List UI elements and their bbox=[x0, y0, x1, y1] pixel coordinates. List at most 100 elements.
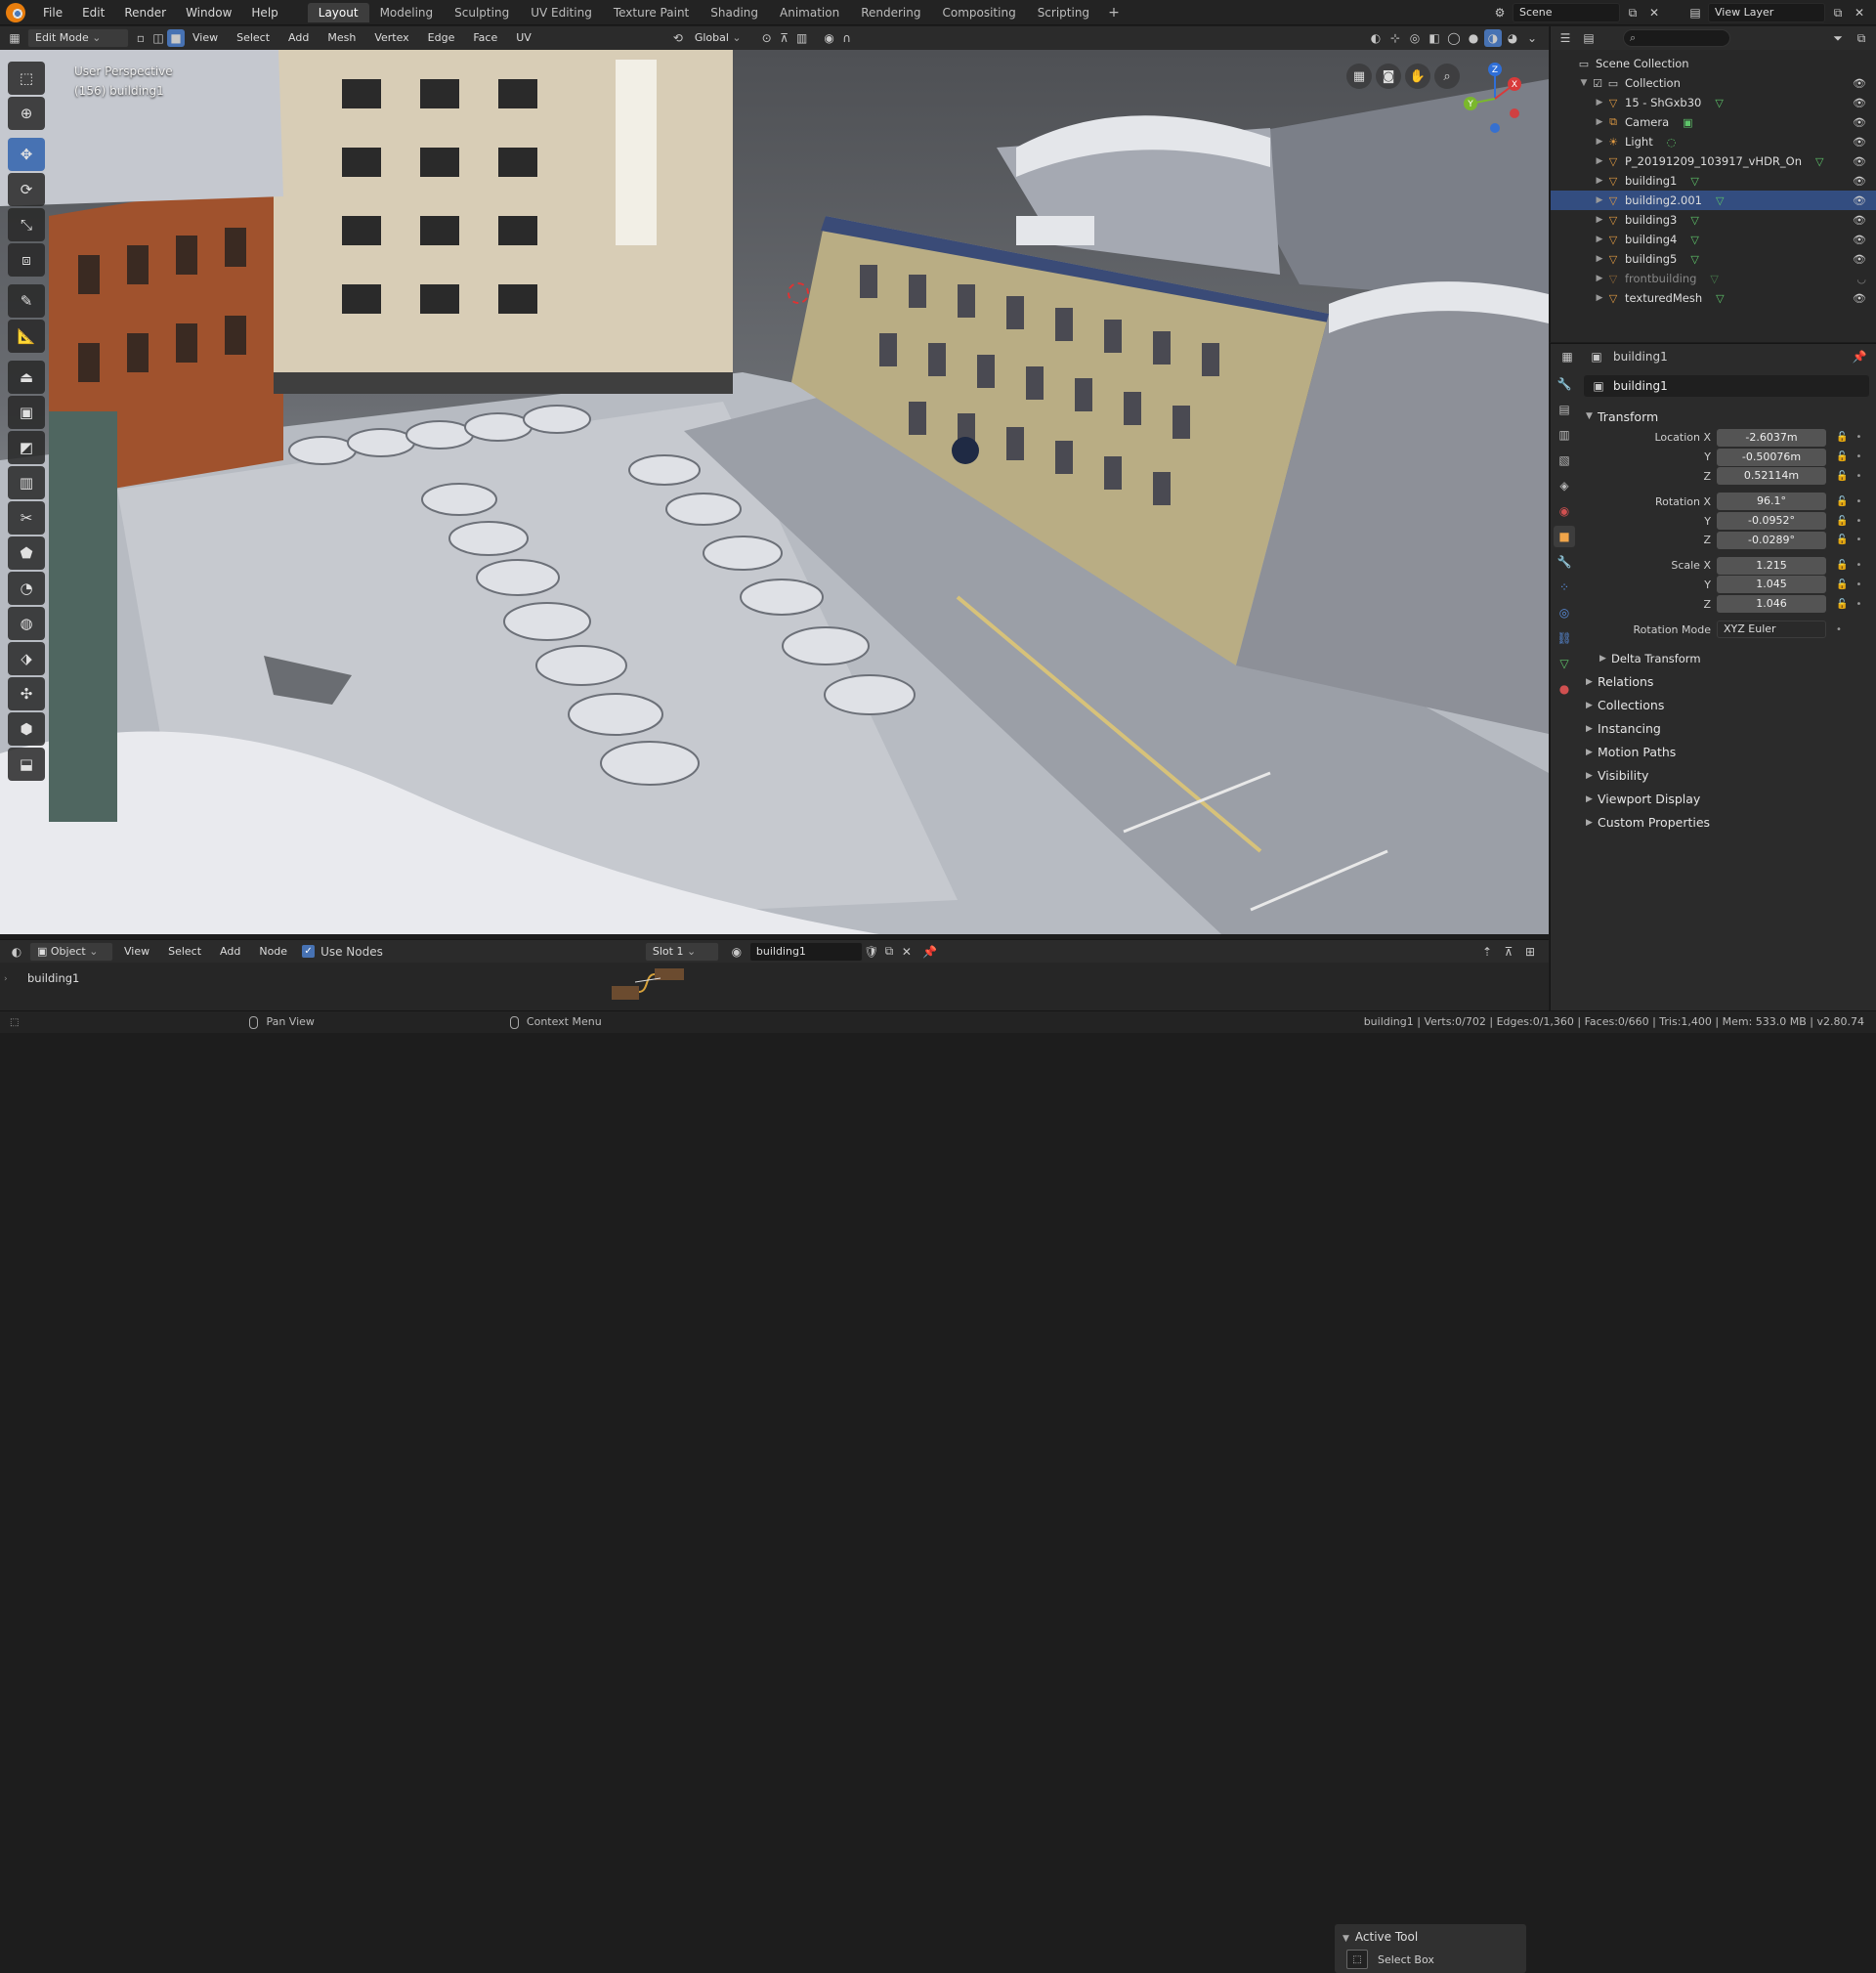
constraints-tab-icon[interactable]: ⛓ bbox=[1554, 627, 1575, 649]
menu-render[interactable]: Render bbox=[114, 0, 176, 25]
outliner-item[interactable]: ▶ ▽ texturedMesh ▽ 👁 bbox=[1551, 288, 1876, 308]
rotation-z-field[interactable]: -0.0289° bbox=[1717, 531, 1826, 549]
tab-uv-editing[interactable]: UV Editing bbox=[520, 3, 603, 22]
spin-tool-icon[interactable]: ◔ bbox=[8, 572, 45, 605]
lock-icon[interactable]: 🔓 bbox=[1836, 535, 1848, 545]
navigation-gizmo[interactable]: Z Y X bbox=[1456, 60, 1534, 138]
rip-tool-icon[interactable]: ⬓ bbox=[8, 748, 45, 781]
add-workspace-button[interactable]: + bbox=[1100, 5, 1128, 21]
visibility-panel-header[interactable]: ▶ Visibility bbox=[1580, 764, 1873, 788]
lock-icon[interactable]: 🔓 bbox=[1836, 471, 1848, 482]
sidebar-toggle-icon[interactable]: › bbox=[4, 974, 8, 984]
rotation-mode-dropdown[interactable]: XYZ Euler bbox=[1717, 621, 1826, 639]
lock-icon[interactable]: 🔓 bbox=[1836, 432, 1848, 443]
outliner-item-selected[interactable]: ▶ ▽ building2.001 ▽ 👁 bbox=[1551, 191, 1876, 210]
3d-cursor[interactable] bbox=[788, 282, 809, 304]
shader-editor-type-icon[interactable]: ◐ bbox=[8, 943, 25, 961]
tab-modeling[interactable]: Modeling bbox=[369, 3, 445, 22]
scale-x-field[interactable]: 1.215 bbox=[1717, 556, 1826, 575]
scene-icon[interactable]: ⚙ bbox=[1491, 4, 1509, 21]
expand-icon[interactable]: ▶ bbox=[1594, 98, 1605, 107]
view-layer-icon[interactable]: ▤ bbox=[1686, 4, 1704, 21]
lock-icon[interactable]: 🔓 bbox=[1836, 496, 1848, 507]
unlink-material-icon[interactable]: ✕ bbox=[898, 943, 916, 961]
shear-tool-icon[interactable]: ⬢ bbox=[8, 712, 45, 746]
scale-y-field[interactable]: 1.045 bbox=[1717, 576, 1826, 594]
use-nodes-checkbox[interactable]: ✓ bbox=[302, 945, 316, 958]
editor-type-icon[interactable]: ▦ bbox=[6, 29, 23, 47]
cursor-tool-icon[interactable]: ⊕ bbox=[8, 97, 45, 130]
transform-orientation-dropdown[interactable]: Global bbox=[687, 28, 749, 48]
wireframe-shading-icon[interactable]: ◯ bbox=[1445, 29, 1463, 47]
eye-icon[interactable]: 👁 bbox=[1853, 234, 1866, 246]
node-menu-add[interactable]: Add bbox=[212, 942, 248, 962]
menu-add[interactable]: Add bbox=[280, 28, 317, 48]
expand-icon[interactable]: ▶ bbox=[1594, 176, 1605, 186]
use-nodes-toggle[interactable]: ✓ Use Nodes bbox=[302, 945, 383, 959]
snap-node-icon[interactable]: ⊼ bbox=[1500, 943, 1517, 961]
scale-tool-icon[interactable]: ⤡ bbox=[8, 208, 45, 241]
modifier-tab-icon[interactable]: 🔧 bbox=[1554, 551, 1575, 573]
duplicate-material-icon[interactable]: ⧉ bbox=[880, 943, 898, 961]
falloff-icon[interactable]: ∩ bbox=[838, 29, 856, 47]
xray-icon[interactable]: ◧ bbox=[1426, 29, 1443, 47]
eye-icon[interactable]: 👁 bbox=[1853, 175, 1866, 188]
snap-target-icon[interactable]: ▥ bbox=[793, 29, 811, 47]
eye-icon[interactable]: 👁 bbox=[1853, 292, 1866, 305]
smooth-tool-icon[interactable]: ◍ bbox=[8, 607, 45, 640]
instancing-panel-header[interactable]: ▶ Instancing bbox=[1580, 717, 1873, 741]
expand-icon[interactable]: ▶ bbox=[1594, 274, 1605, 283]
keyframe-icon[interactable]: • bbox=[1855, 579, 1861, 590]
new-collection-icon[interactable]: ⧉ bbox=[1853, 29, 1870, 47]
location-y-field[interactable]: -0.50076m bbox=[1717, 448, 1826, 466]
gizmo-neg-x-axis[interactable] bbox=[1510, 108, 1519, 118]
measure-tool-icon[interactable]: 📐 bbox=[8, 320, 45, 353]
rendered-shading-icon[interactable]: ◕ bbox=[1504, 29, 1521, 47]
menu-mesh[interactable]: Mesh bbox=[320, 28, 363, 48]
annotate-tool-icon[interactable]: ✎ bbox=[8, 284, 45, 318]
menu-uv[interactable]: UV bbox=[508, 28, 539, 48]
keyframe-icon[interactable]: • bbox=[1855, 471, 1861, 482]
edge-select-icon[interactable]: ◫ bbox=[149, 29, 167, 47]
material-shading-icon[interactable]: ◑ bbox=[1484, 29, 1502, 47]
fake-user-icon[interactable]: 🛡 bbox=[863, 943, 880, 961]
keyframe-icon[interactable]: • bbox=[1855, 496, 1861, 507]
outliner-item[interactable]: ▶ ▽ 15 - ShGxb30 ▽ 👁 bbox=[1551, 93, 1876, 112]
keyframe-icon[interactable]: • bbox=[1855, 599, 1861, 610]
location-z-field[interactable]: 0.52114m bbox=[1717, 467, 1826, 486]
eye-icon[interactable]: 👁 bbox=[1853, 77, 1866, 90]
camera-view-icon[interactable]: ◙ bbox=[1376, 64, 1401, 89]
keyframe-icon[interactable]: • bbox=[1855, 516, 1861, 527]
properties-editor-type-icon[interactable]: ▦ bbox=[1558, 348, 1576, 365]
rotation-y-field[interactable]: -0.0952° bbox=[1717, 512, 1826, 531]
eye-icon[interactable]: 👁 bbox=[1853, 136, 1866, 149]
poly-build-tool-icon[interactable]: ⬟ bbox=[8, 536, 45, 570]
eye-icon[interactable]: 👁 bbox=[1853, 155, 1866, 168]
node-menu-node[interactable]: Node bbox=[251, 942, 295, 962]
parent-node-tree-icon[interactable]: ⇡ bbox=[1478, 943, 1496, 961]
inset-tool-icon[interactable]: ▣ bbox=[8, 396, 45, 429]
proportional-edit-icon[interactable]: ◉ bbox=[821, 29, 838, 47]
tab-animation[interactable]: Animation bbox=[769, 3, 850, 22]
scene-field[interactable]: Scene bbox=[1513, 3, 1620, 22]
tool-tab-icon[interactable]: 🔧 bbox=[1554, 373, 1575, 395]
scene-collection-row[interactable]: ▭ Scene Collection bbox=[1551, 54, 1876, 73]
node-thumbnail[interactable] bbox=[606, 966, 694, 1006]
gizmo-neg-z-axis[interactable] bbox=[1490, 123, 1500, 133]
data-tab-icon[interactable]: ▽ bbox=[1554, 653, 1575, 674]
overlay-icon[interactable]: ◎ bbox=[1406, 29, 1424, 47]
shader-editor-canvas[interactable]: › building1 ▼ Active Tool ⬚ Select Box bbox=[0, 963, 1549, 1973]
transform-panel-header[interactable]: ▼ Transform bbox=[1580, 405, 1873, 428]
menu-select[interactable]: Select bbox=[229, 28, 277, 48]
lock-icon[interactable]: 🔓 bbox=[1836, 579, 1848, 590]
bevel-tool-icon[interactable]: ◩ bbox=[8, 431, 45, 464]
keyframe-icon[interactable]: • bbox=[1855, 432, 1861, 443]
solid-shading-icon[interactable]: ● bbox=[1465, 29, 1482, 47]
expand-icon[interactable]: ▶ bbox=[1594, 156, 1605, 166]
eye-icon[interactable]: 👁 bbox=[1853, 116, 1866, 129]
eye-closed-icon[interactable]: ◡ bbox=[1856, 273, 1866, 285]
eye-icon[interactable]: 👁 bbox=[1853, 214, 1866, 227]
outliner-item[interactable]: ▶ ▽ building1 ▽ 👁 bbox=[1551, 171, 1876, 191]
outliner-item[interactable]: ▶ ▽ P_20191209_103917_vHDR_On ▽ 👁 bbox=[1551, 151, 1876, 171]
material-tab-icon[interactable]: ● bbox=[1554, 678, 1575, 700]
